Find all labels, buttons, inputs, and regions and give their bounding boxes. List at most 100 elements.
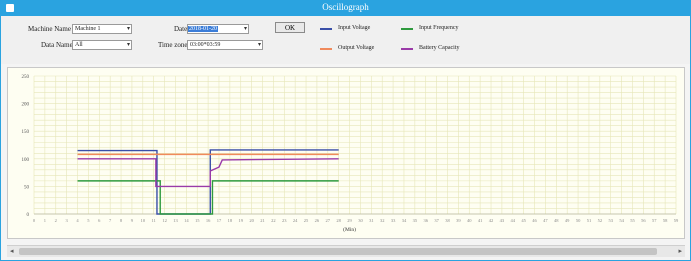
x-tick-label: 32 <box>380 218 385 223</box>
x-tick-label: 24 <box>293 218 298 223</box>
x-tick-label: 42 <box>489 218 494 223</box>
legend-swatch-output-voltage <box>320 48 332 50</box>
x-tick-label: 12 <box>162 218 167 223</box>
legend-label-output-voltage: Output Voltage <box>338 45 375 51</box>
x-tick-label: 43 <box>500 218 505 223</box>
x-tick-label: 14 <box>184 218 189 223</box>
x-tick-label: 18 <box>228 218 233 223</box>
x-tick-label: 2 <box>55 218 57 223</box>
legend-swatch-battery-capacity <box>401 48 413 50</box>
x-tick-label: 5 <box>87 218 90 223</box>
x-tick-label: 54 <box>619 218 624 223</box>
horizontal-scrollbar[interactable]: ◂ ▸ <box>7 245 685 257</box>
oscillograph-chart: 0501001502002500 1 2 3 4 5 6 7 8 9 10 11 12 13 14 15 16 1… <box>22 75 680 233</box>
x-tick-label: 27 <box>326 218 331 223</box>
scroll-left-arrow-icon[interactable]: ◂ <box>10 247 14 255</box>
legend-label-battery-capacity: Battery Capacity <box>419 45 460 51</box>
chevron-down-icon[interactable]: ▾ <box>258 41 261 49</box>
x-tick-label: 38 <box>445 218 450 223</box>
chart-panel: 0 50 100 150 200 250 0 1 2 3 4 5 6 7 8 9 10 11 12 13 14 15 16 1… <box>7 67 685 239</box>
y-tick-label: 150 <box>22 130 30 135</box>
x-tick-label: 35 <box>413 218 418 223</box>
x-tick-label: 59 <box>674 218 679 223</box>
data-name-select[interactable]: All ▾ <box>72 40 132 50</box>
x-tick-label: 13 <box>173 218 178 223</box>
date-label: Date <box>174 25 188 33</box>
oscillograph-window: Oscillograph Machine Name Machine 1 ▾ Da… <box>0 0 691 261</box>
x-tick-label: 29 <box>347 218 352 223</box>
y-tick-label: 250 <box>22 75 30 80</box>
x-tick-label: 50 <box>576 218 581 223</box>
x-tick-label: 47 <box>543 218 548 223</box>
x-tick-label: 21 <box>260 218 265 223</box>
x-tick-label: 4 <box>76 218 79 223</box>
ok-button[interactable]: OK <box>275 22 305 33</box>
x-tick-label: 51 <box>587 218 592 223</box>
x-tick-label: 49 <box>565 218 570 223</box>
machine-name-select[interactable]: Machine 1 ▾ <box>72 24 132 34</box>
y-tick-label: 200 <box>22 103 30 108</box>
time-zone-select[interactable]: 03:00*03:59 ▾ <box>187 40 263 50</box>
x-tick-label: 40 <box>467 218 472 223</box>
x-tick-label: 53 <box>608 218 613 223</box>
x-tick-label: 39 <box>456 218 461 223</box>
y-tick-label: 50 <box>24 185 30 190</box>
chevron-down-icon[interactable]: ▾ <box>127 41 130 49</box>
scrollbar-thumb[interactable] <box>19 248 657 255</box>
x-tick-label: 41 <box>478 218 483 223</box>
x-tick-label: 9 <box>131 218 134 223</box>
chevron-down-icon[interactable]: ▾ <box>127 25 130 33</box>
x-tick-label: 48 <box>554 218 559 223</box>
date-value: 2018-01-20 <box>188 26 218 32</box>
x-tick-label: 26 <box>315 218 320 223</box>
calendar-dropdown-icon[interactable]: ▾ <box>244 25 247 33</box>
x-tick-label: 16 <box>206 218 211 223</box>
y-tick-label: 0 <box>27 213 30 218</box>
filter-toolbar: Machine Name Machine 1 ▾ Data Name All ▾… <box>1 16 690 64</box>
x-tick-label: 17 <box>217 218 222 223</box>
data-name-label: Data Name <box>41 41 73 49</box>
x-tick-label: 1 <box>44 218 46 223</box>
date-picker[interactable]: 2018-01-20 ▾ <box>187 24 249 34</box>
x-tick-label: 25 <box>304 218 309 223</box>
machine-name-label: Machine Name <box>28 25 71 33</box>
legend-label-input-frequency: Input Frequency <box>419 25 459 31</box>
x-tick-label: 20 <box>249 218 254 223</box>
x-tick-label: 28 <box>336 218 341 223</box>
x-tick-label: 15 <box>195 218 200 223</box>
x-tick-label: 46 <box>532 218 537 223</box>
legend-swatch-input-frequency <box>401 28 413 30</box>
x-tick-label: 44 <box>511 218 516 223</box>
x-tick-label: 23 <box>282 218 287 223</box>
legend-label-input-voltage: Input Voltage <box>338 25 371 31</box>
x-tick-label: 10 <box>141 218 146 223</box>
x-tick-label: 55 <box>630 218 635 223</box>
x-tick-label: 30 <box>358 218 363 223</box>
x-tick-label: 22 <box>271 218 276 223</box>
x-tick-label: 11 <box>152 218 156 223</box>
x-tick-label: 36 <box>423 218 428 223</box>
x-tick-label: 31 <box>369 218 374 223</box>
x-tick-label: 34 <box>402 218 407 223</box>
time-zone-label: Time zone <box>158 41 188 49</box>
scroll-right-arrow-icon[interactable]: ▸ <box>678 247 682 255</box>
x-tick-label: 58 <box>663 218 668 223</box>
x-tick-label: 6 <box>98 218 101 223</box>
x-tick-label: 45 <box>521 218 526 223</box>
x-tick-label: 7 <box>109 218 112 223</box>
x-tick-label: 8 <box>120 218 123 223</box>
x-tick-label: 19 <box>238 218 243 223</box>
x-tick-label: 56 <box>641 218 646 223</box>
legend-swatch-input-voltage <box>320 28 332 30</box>
window-title: Oscillograph <box>322 2 369 12</box>
x-tick-label: 52 <box>598 218 603 223</box>
data-name-value: All <box>75 42 83 48</box>
x-tick-label: 57 <box>652 218 657 223</box>
x-tick-label: 0 <box>33 218 36 223</box>
machine-name-value: Machine 1 <box>75 26 101 32</box>
x-tick-label: 37 <box>434 218 439 223</box>
y-tick-label: 100 <box>22 158 30 163</box>
x-axis-label: (Min) <box>343 226 356 233</box>
time-zone-value: 03:00*03:59 <box>190 42 221 48</box>
x-tick-label: 3 <box>66 218 69 223</box>
